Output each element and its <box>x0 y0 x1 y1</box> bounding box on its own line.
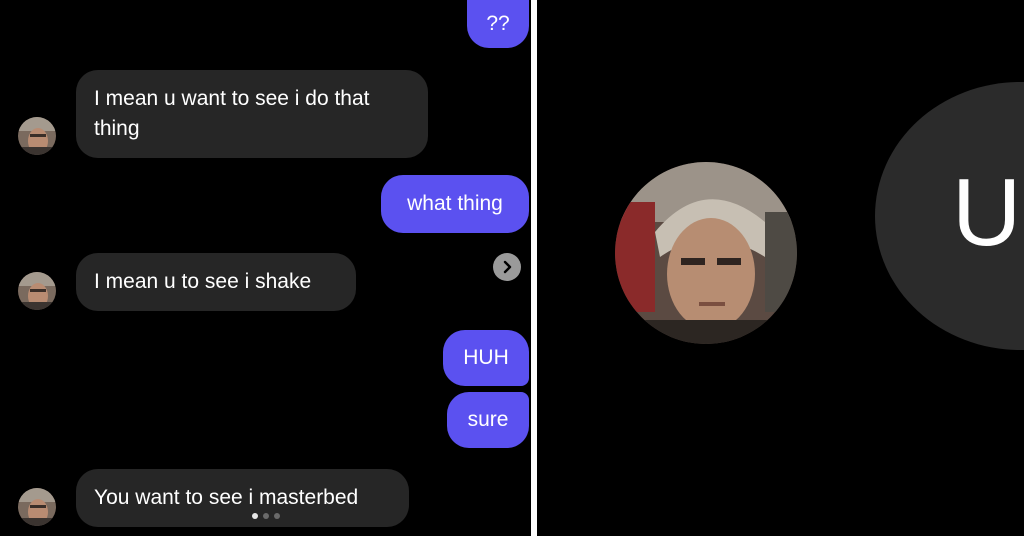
message-text: I mean u to see i shake <box>94 270 312 293</box>
chevron-right-icon <box>503 260 512 274</box>
contact-initial: U <box>952 159 1022 266</box>
profile-panel: U <box>537 0 1024 536</box>
message-incoming[interactable]: I mean u want to see i do that thing <box>76 70 428 158</box>
message-text: what thing <box>407 192 503 215</box>
carousel-dot <box>263 513 269 519</box>
message-text: sure <box>467 408 509 431</box>
message-text: HUH <box>463 346 509 369</box>
message-outgoing[interactable]: sure <box>447 392 529 448</box>
next-button[interactable] <box>493 253 521 281</box>
avatar[interactable] <box>18 117 56 155</box>
message-text: I mean u want to see i do that thing <box>94 87 370 140</box>
avatar[interactable] <box>18 488 56 526</box>
message-text: ?? <box>486 12 510 35</box>
message-outgoing[interactable]: what thing <box>381 175 529 233</box>
carousel-indicator <box>252 513 280 519</box>
carousel-dot <box>274 513 280 519</box>
avatar[interactable] <box>18 272 56 310</box>
message-outgoing[interactable]: HUH <box>443 330 529 386</box>
message-incoming[interactable]: I mean u to see i shake <box>76 253 356 311</box>
message-outgoing[interactable]: ?? <box>467 0 529 48</box>
chat-panel: ?? I mean u want to see i do that thing … <box>0 0 531 536</box>
message-incoming[interactable]: You want to see i masterbed <box>76 469 409 527</box>
profile-avatar[interactable] <box>615 162 797 344</box>
carousel-dot <box>252 513 258 519</box>
message-text: You want to see i masterbed <box>94 486 359 509</box>
